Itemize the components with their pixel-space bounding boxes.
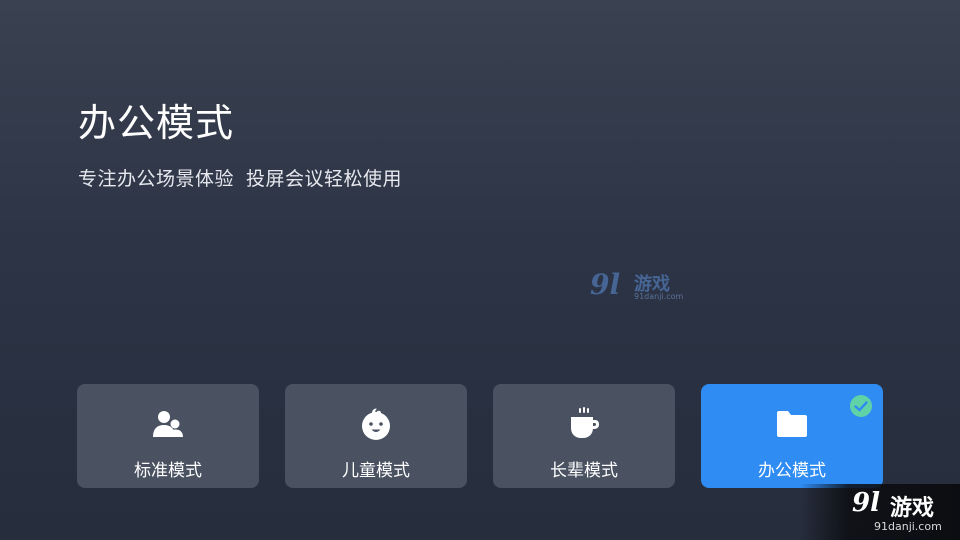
check-circle-icon [850,395,872,417]
mode-selector: 标准模式 儿童模式 长辈模式 办公模式 [77,384,883,488]
page-title: 办公模式 [78,101,235,145]
tea-cup-icon [571,407,599,438]
mode-card-label: 办公模式 [758,461,826,481]
mode-card-child[interactable]: 儿童模式 [285,384,467,488]
baby-face-icon [362,408,390,440]
subtitle-part-2: 投屏会议轻松使用 [246,168,403,190]
mode-card-label: 儿童模式 [342,461,410,481]
folder-icon [777,411,807,437]
corner-watermark-url: 91danji.com [874,520,942,533]
subtitle-part-1: 专注办公场景体验 [78,168,235,190]
center-watermark: 9l 游戏 91danji.com [590,268,700,308]
mode-card-office[interactable]: 办公模式 [701,384,883,488]
watermark-url: 91danji.com [634,292,684,301]
users-icon [153,411,183,437]
corner-watermark-number: 9l [852,488,880,518]
mode-card-elder[interactable]: 长辈模式 [493,384,675,488]
mode-card-label: 标准模式 [134,461,202,481]
corner-watermark: 9l 游戏 91danji.com [800,484,960,540]
mode-card-standard[interactable]: 标准模式 [77,384,259,488]
mode-card-label: 长辈模式 [550,461,618,481]
corner-watermark-brand: 游戏 [890,496,935,521]
page-subtitle: 专注办公场景体验 投屏会议轻松使用 [78,164,402,191]
watermark-number: 9l [590,268,621,301]
